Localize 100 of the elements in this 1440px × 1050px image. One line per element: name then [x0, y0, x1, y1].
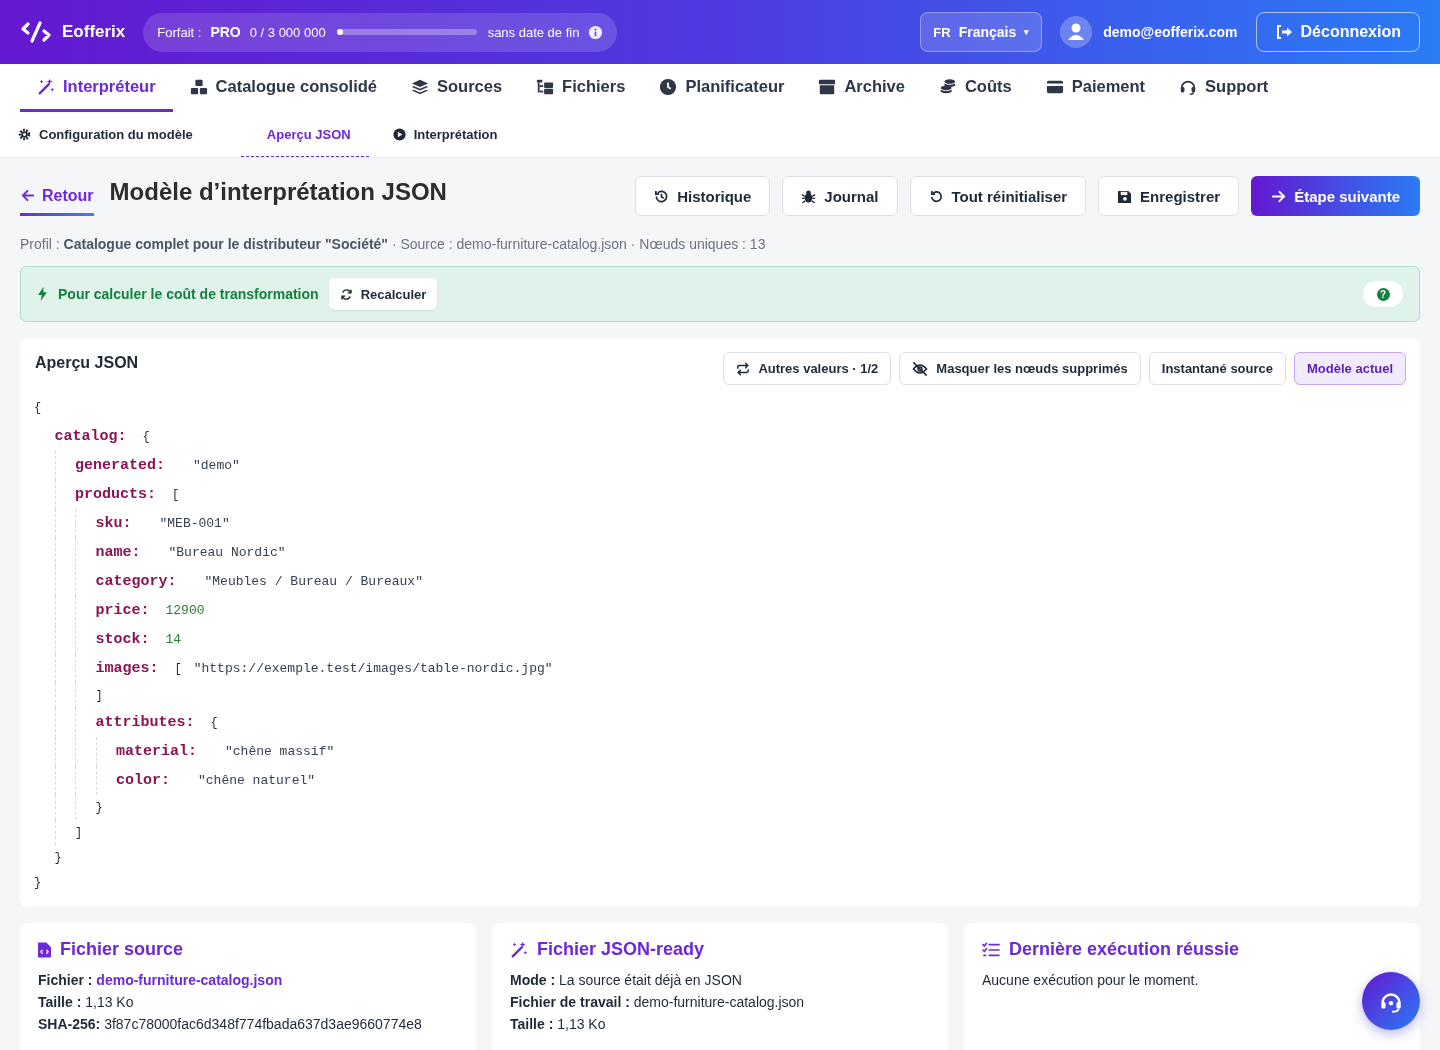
boxes-icon: [189, 77, 208, 96]
plan-label: Forfait :: [157, 24, 202, 40]
help-button[interactable]: ?: [1363, 281, 1403, 307]
arrow-left-icon: [20, 188, 35, 203]
json-bracket: }: [54, 850, 62, 865]
plan-name: PRO: [210, 24, 241, 40]
plan-usage: 0 / 3 000 000: [249, 24, 326, 40]
sub-tab[interactable]: Configuration du modèle: [18, 112, 218, 157]
logo-icon: [20, 20, 52, 44]
json-bracket: [: [174, 661, 182, 676]
user-email: demo@eofferix.com: [1103, 24, 1238, 40]
nav-tab[interactable]: Planificateur: [642, 64, 802, 112]
profile-summary: Profil : Catalogue complet pour le distributeur "Société" · Source : demo-furniture-catalog.json · Nœuds uniques : 13: [20, 236, 767, 252]
json-key: price:: [95, 602, 150, 619]
json-bracket: }: [95, 800, 103, 815]
archive-box-icon: [818, 77, 837, 96]
page-title: Modèle d’interprétation JSON: [109, 178, 447, 206]
nav-tab[interactable]: Fichiers: [519, 64, 643, 112]
json-key: category:: [95, 573, 177, 590]
json-key: catalog:: [54, 428, 127, 445]
action-button[interactable]: Enregistrer: [1098, 176, 1240, 216]
json-string: "Bureau Nordic": [168, 545, 286, 560]
view-toggle[interactable]: Autres valeurs · 1/2: [723, 352, 892, 385]
json-key: products:: [75, 486, 156, 503]
card-title: Fichier source: [60, 939, 184, 960]
brand-name: Eofferix: [62, 22, 126, 42]
card-text: Aucune exécution pour le moment.: [982, 972, 1200, 988]
json-number: 14: [165, 632, 182, 647]
arrow-right-icon: [1271, 188, 1287, 204]
settings-icon: [18, 127, 31, 141]
language-select[interactable]: FR Français ▾: [920, 12, 1043, 52]
view-toggle[interactable]: Instantané source: [1148, 352, 1287, 385]
json-key: generated:: [75, 457, 165, 474]
view-toggle[interactable]: Masquer les nœuds supprimés: [899, 352, 1141, 385]
file-link[interactable]: demo-furniture-catalog.json: [96, 972, 283, 988]
card-title: Dernière exécution réussie: [1009, 939, 1240, 960]
eye-slash-icon: [912, 361, 929, 376]
refresh-icon: [339, 287, 353, 301]
json-string: "chêne massif": [225, 744, 335, 759]
checklist-icon: [982, 941, 1000, 958]
json-string: "MEB-001": [159, 516, 230, 531]
banner-text: Pour calculer le coût de transformation: [58, 286, 319, 302]
layers-icon: [410, 77, 429, 96]
nav-tab[interactable]: Catalogue consolidé: [172, 64, 394, 112]
nav-tab[interactable]: Paiement: [1028, 64, 1163, 112]
nav-tab[interactable]: Coûts: [921, 64, 1029, 112]
json-bracket: {: [210, 715, 218, 730]
nav-tab[interactable]: Sources: [393, 64, 520, 112]
card-title: Fichier JSON-ready: [537, 939, 705, 960]
nav-tab[interactable]: Archive: [801, 64, 922, 112]
json-bracket: {: [142, 429, 150, 444]
sub-tab[interactable]: Aperçu JSON: [240, 112, 369, 157]
card-detail: Fichier de travail : demo-furniture-catalog.json: [510, 994, 806, 1010]
panel-title: Aperçu JSON: [35, 354, 139, 372]
json-string: "https://exemple.test/images/table-nordic.jpg": [193, 661, 553, 676]
json-key: stock:: [95, 631, 150, 648]
json-key: name:: [95, 544, 141, 561]
json-string: "Meubles / Bureau / Bureaux": [204, 574, 423, 589]
lightning-icon: [37, 287, 48, 301]
logout-icon: [1274, 24, 1293, 40]
json-key: images:: [95, 660, 159, 677]
save-icon: [1117, 188, 1133, 204]
json-key: material:: [116, 743, 197, 760]
history-icon: [654, 188, 670, 204]
json-bracket: {: [34, 400, 42, 415]
json-bracket: ]: [75, 825, 83, 840]
json-bracket: }: [34, 875, 42, 890]
json-key: sku:: [95, 515, 132, 532]
view-toggle[interactable]: Modèle actuel: [1294, 352, 1406, 385]
folder-tree-icon: [536, 77, 555, 96]
card-detail: Mode : La source était déjà en JSON: [510, 972, 743, 988]
swap-icon: [736, 361, 751, 376]
json-string: "chêne naturel": [198, 773, 316, 788]
nav-tab[interactable]: Support: [1162, 64, 1286, 112]
json-bracket: ]: [95, 688, 103, 703]
avatar-icon[interactable]: [1060, 16, 1093, 48]
reset-icon: [928, 188, 944, 204]
json-key: attributes:: [95, 714, 195, 731]
json-bracket: [: [172, 487, 180, 502]
sub-tab[interactable]: Interprétation: [392, 112, 523, 157]
magic-wand-icon: [510, 940, 528, 959]
json-number: 12900: [165, 603, 205, 618]
magic-wand-icon: [37, 77, 55, 96]
logout-button[interactable]: Déconnexion: [1255, 12, 1420, 52]
card-detail: Taille : 1,13 Ko: [38, 994, 135, 1010]
action-button[interactable]: Historique: [635, 176, 771, 216]
info-icon[interactable]: [588, 24, 604, 40]
plan-expiry: sans date de fin: [487, 24, 580, 40]
file-code-icon: [38, 941, 51, 958]
card-detail: SHA-256: 3f87c78000fac6d348f774fbada637d3ae9660774e8: [38, 1016, 423, 1032]
json-key: color:: [116, 772, 170, 789]
recalculate-button[interactable]: Recalculer: [328, 278, 438, 310]
back-link[interactable]: Retour: [20, 186, 94, 216]
play-icon: [392, 127, 406, 141]
action-button[interactable]: Tout réinitialiser: [909, 176, 1087, 216]
next-step-button[interactable]: Étape suivante: [1251, 176, 1420, 216]
json-string: "demo": [193, 458, 240, 473]
clock-icon: [659, 77, 678, 96]
card-detail: Taille : 1,13 Ko: [510, 1016, 607, 1032]
action-button[interactable]: Journal: [782, 176, 898, 216]
